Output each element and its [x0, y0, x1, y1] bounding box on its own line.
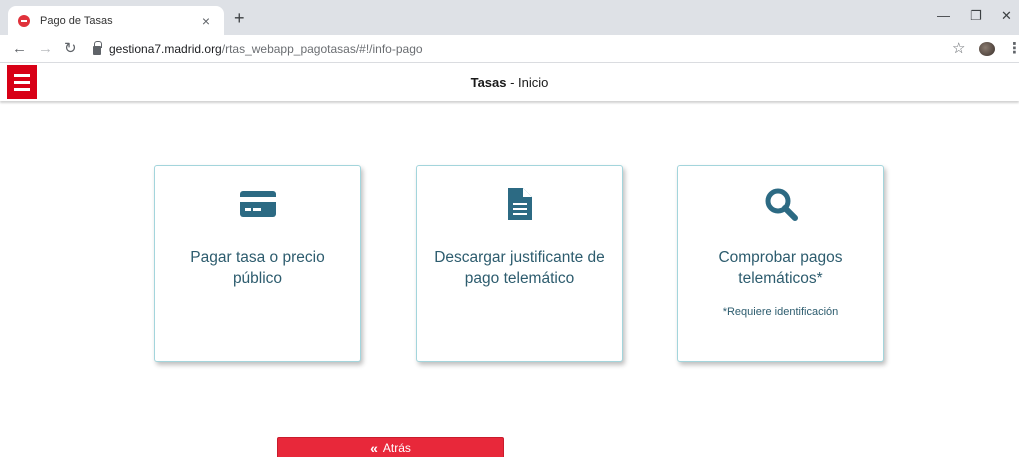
download-receipt-card[interactable]: Descargar justificante de pago telemátic… — [416, 165, 623, 362]
page-title: Tasas - Inicio — [0, 75, 1019, 90]
profile-avatar[interactable] — [979, 42, 995, 56]
card-note: *Requiere identificación — [722, 306, 839, 318]
search-icon — [678, 186, 883, 222]
browser-tab[interactable]: Pago de Tasas × — [8, 6, 224, 35]
card-label: Descargar justificante de pago telemátic… — [434, 249, 605, 287]
back-nav-icon[interactable]: ← — [12, 40, 27, 58]
favicon-icon — [18, 14, 30, 27]
reload-icon[interactable]: ↻ — [64, 40, 77, 58]
tab-title: Pago de Tasas — [40, 14, 113, 27]
restore-icon[interactable]: ❐ — [970, 8, 982, 24]
forward-nav-icon[interactable]: → — [38, 40, 53, 58]
back-button[interactable]: « Atrás — [277, 437, 504, 457]
url-input[interactable]: gestiona7.madrid.org/rtas_webapp_pagotas… — [93, 38, 973, 60]
check-payments-card[interactable]: Comprobar pagos telemáticos* *Requiere i… — [677, 165, 884, 362]
document-icon — [417, 186, 622, 222]
card-label: Comprobar pagos telemáticos* — [718, 249, 843, 287]
app-header: Tasas - Inicio — [0, 64, 1019, 101]
browser-menu-icon[interactable]: ⋮ — [1007, 39, 1019, 57]
bookmark-star-icon[interactable]: ☆ — [952, 41, 965, 57]
tab-close-button[interactable]: × — [198, 13, 214, 29]
back-button-label: Atrás — [382, 441, 411, 455]
minimize-icon[interactable]: — — [937, 8, 950, 23]
browser-tab-strip: Pago de Tasas × + — ❐ ✕ — [0, 0, 1019, 35]
pay-fee-card[interactable]: Pagar tasa o precio público — [154, 165, 361, 362]
credit-card-icon — [155, 186, 360, 222]
double-chevron-left-icon: « — [370, 440, 378, 456]
new-tab-button[interactable]: + — [234, 9, 245, 27]
page-title-bold: Tasas — [470, 75, 507, 90]
close-window-icon[interactable]: ✕ — [1001, 8, 1012, 24]
lock-icon — [93, 41, 102, 55]
url-path: /rtas_webapp_pagotasas/#!/info-pago — [221, 42, 423, 56]
page-title-rest: - Inicio — [506, 75, 549, 90]
card-label: Pagar tasa o precio público — [190, 249, 325, 287]
address-bar: ← → ↻ gestiona7.madrid.org/rtas_webapp_p… — [0, 35, 1019, 63]
url-host: gestiona7.madrid.org — [109, 42, 222, 56]
